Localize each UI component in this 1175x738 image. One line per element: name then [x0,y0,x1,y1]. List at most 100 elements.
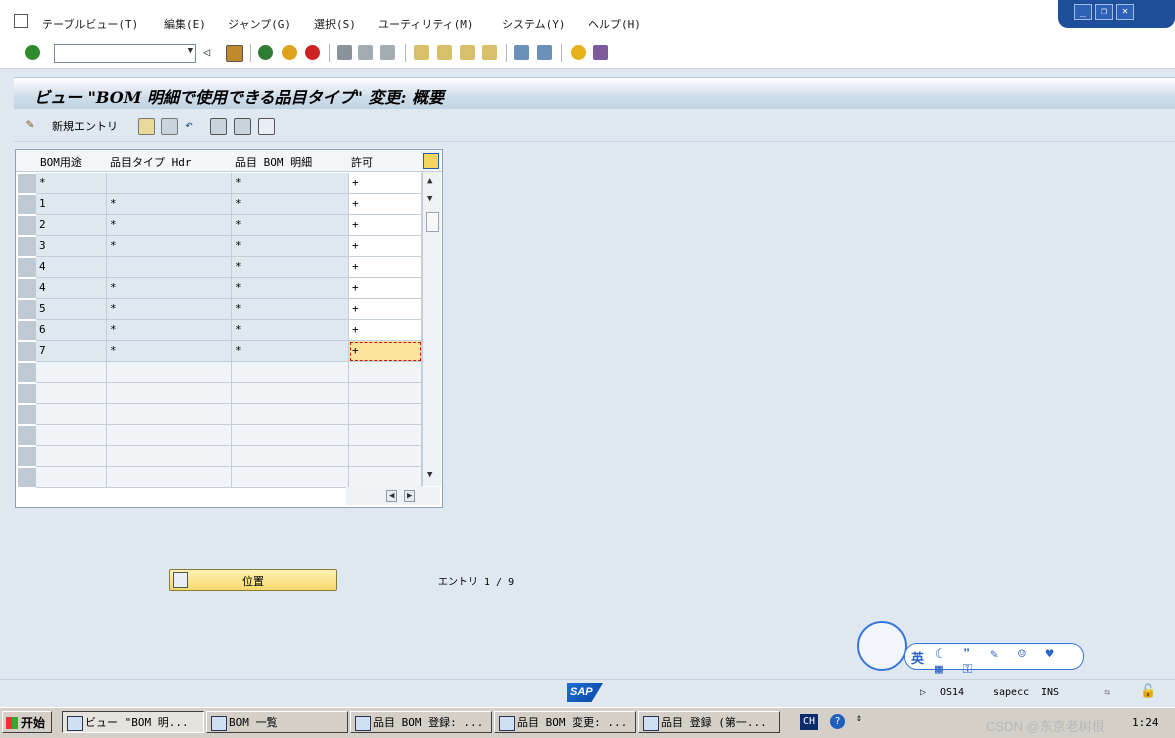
ime-language-indicator[interactable]: 英 [911,648,926,667]
task-material-bom-create[interactable]: 品目 BOM 登録: ... [350,711,492,733]
status-expand-icon[interactable]: ▷ [920,687,926,698]
cell-material-type-hdr: * [107,194,232,215]
undo-change-icon[interactable]: ↶ [185,118,200,133]
row-selector[interactable] [18,447,37,466]
menu-utilities[interactable]: ユーティリティ(M) [378,16,474,32]
scroll-left-icon[interactable]: ◀ [386,490,398,502]
minimize-icon[interactable]: _ [1074,4,1092,20]
pencil-icon[interactable]: ✎ [26,117,41,132]
column-header-material-bom-item[interactable]: 品目 BOM 明細 [235,154,312,170]
help-icon[interactable] [571,45,586,60]
enter-check-icon[interactable] [25,45,40,60]
cell-allowed-input[interactable]: + [349,320,422,341]
row-selector[interactable] [18,195,37,214]
row-selector[interactable] [18,300,37,319]
vertical-scrollbar[interactable]: ▲ ▼ ▼ [422,172,441,486]
scroll-up-icon[interactable]: ▼ [427,194,432,204]
table-settings-icon[interactable] [423,153,439,169]
cancel-icon[interactable] [305,45,320,60]
horizontal-scrollbar[interactable]: ◀ ▶ [346,487,440,505]
row-selector[interactable] [18,258,37,277]
taskbar: 开始 ビュー "BOM 明... BOM 一覧 品目 BOM 登録: ... 品… [0,707,1175,738]
cell-allowed-input[interactable]: + [349,173,422,194]
row-selector[interactable] [18,363,37,382]
layout-menu-icon[interactable] [593,45,608,60]
ime-toolbar[interactable]: 英 ☾ ❞ ✎ ☺ ♥ ▦ ⚿ [904,643,1084,677]
cell-allowed-input[interactable]: + [349,194,422,215]
last-page-icon[interactable] [482,45,497,60]
select-block-icon[interactable] [234,118,251,135]
cell-allowed-input[interactable]: + [349,299,422,320]
help-tray-icon[interactable]: ? [830,714,845,729]
task-material-bom-change[interactable]: 品目 BOM 変更: ... [494,711,636,733]
cell-allowed-input[interactable]: + [349,236,422,257]
new-entries-button[interactable]: 新規エントリ [52,118,118,134]
select-all-icon[interactable] [210,118,227,135]
find-next-icon[interactable] [380,45,395,60]
column-header-material-type-hdr[interactable]: 品目タイプ Hdr [110,154,192,170]
menu-system[interactable]: システム(Y) [502,16,566,32]
new-session-icon[interactable] [514,45,529,60]
menu-help[interactable]: ヘルプ(H) [588,16,641,32]
cell-allowed-input-focused[interactable]: + [349,341,422,362]
row-selector[interactable] [18,174,37,193]
scroll-top-icon[interactable]: ▲ [427,176,432,186]
toolbar-separator [250,44,251,62]
collapse-arrow-icon[interactable]: ◁ [203,45,213,60]
scroll-thumb[interactable] [426,212,439,232]
start-button[interactable]: 开始 [2,711,52,733]
cell-allowed-input[interactable]: + [349,215,422,236]
scroll-bottom-icon[interactable]: ▼ [427,470,432,480]
cell-material-bom-item: * [232,215,349,236]
row-selector[interactable] [18,426,37,445]
find-icon[interactable] [358,45,373,60]
task-material-create[interactable]: 品目 登録 (第一... [638,711,780,733]
next-page-icon[interactable] [460,45,475,60]
column-header-allowed[interactable]: 許可 [351,154,373,170]
ime-mascot-icon[interactable] [857,621,907,671]
save-icon[interactable] [226,45,243,62]
deselect-all-icon[interactable] [258,118,275,135]
row-selector[interactable] [18,342,37,361]
start-label: 开始 [21,716,46,730]
row-selector[interactable] [18,468,37,487]
row-selector[interactable] [18,279,37,298]
menu-jump[interactable]: ジャンプ(G) [228,16,291,32]
print-icon[interactable] [337,45,352,60]
table-row-empty [16,383,422,404]
previous-page-icon[interactable] [437,45,452,60]
ime-tool-icons[interactable]: ☾ ❞ ✎ ☺ ♥ ▦ ⚿ [935,647,1083,677]
close-icon[interactable]: ✕ [1116,4,1134,20]
shortcut-icon[interactable] [537,45,552,60]
scroll-right-icon[interactable]: ▶ [404,490,416,502]
row-selector[interactable] [18,405,37,424]
column-header-bom-usage[interactable]: BOM用途 [40,154,82,170]
back-icon[interactable] [258,45,273,60]
cell-allowed-input[interactable]: + [349,278,422,299]
task-view-bom[interactable]: ビュー "BOM 明... [62,711,204,733]
menu-edit[interactable]: 編集(E) [164,16,206,32]
delete-icon[interactable] [161,118,178,135]
row-selector[interactable] [18,237,37,256]
position-button[interactable]: 位置 [169,569,337,591]
chevron-down-icon[interactable]: ▼ [188,46,193,56]
tray-menu-icon[interactable]: ⇕ [856,713,862,724]
row-selector[interactable] [18,321,37,340]
cell-bom-usage: 2 [36,215,107,236]
table-row-empty [16,467,422,488]
command-field[interactable]: ▼ [54,44,196,63]
menu-table-view[interactable]: テーブルビュー(T) [42,16,138,32]
copy-as-icon[interactable] [138,118,155,135]
exit-icon[interactable] [282,45,297,60]
restore-icon[interactable]: ❐ [1095,4,1113,20]
row-selector[interactable] [18,216,37,235]
menu-window-icon[interactable] [14,14,28,28]
cell-material-bom-item: * [232,236,349,257]
row-selector[interactable] [18,384,37,403]
sap-logo: SAP [567,683,603,702]
cell-allowed-input[interactable]: + [349,257,422,278]
language-indicator[interactable]: CH [800,714,818,730]
task-bom-list[interactable]: BOM 一覧 [206,711,348,733]
menu-select[interactable]: 選択(S) [314,16,356,32]
first-page-icon[interactable] [414,45,429,60]
